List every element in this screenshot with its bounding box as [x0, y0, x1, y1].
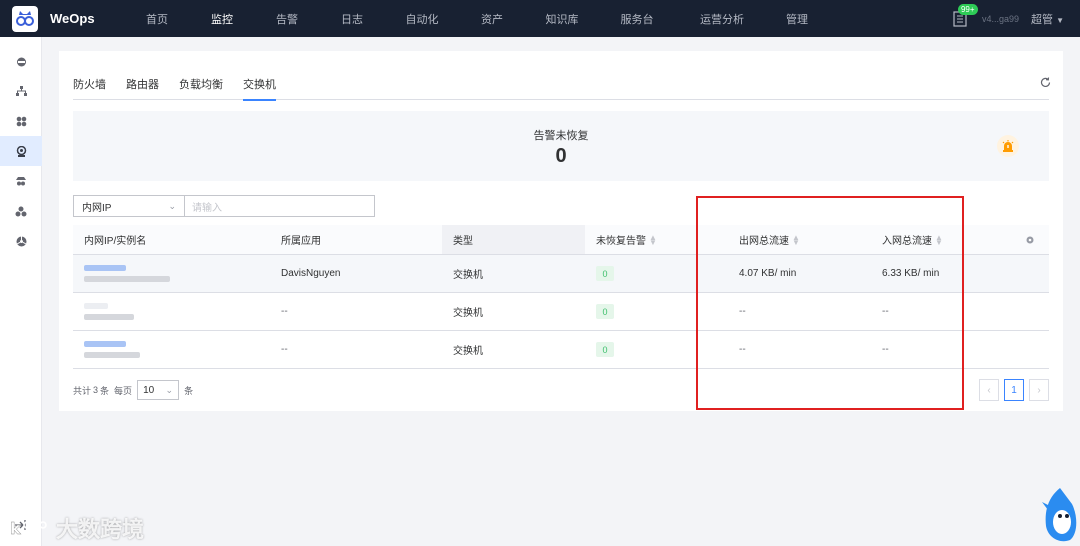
dashboard-icon	[16, 57, 26, 66]
version-text: v4...ga99	[981, 13, 1020, 24]
col-type[interactable]: 类型	[442, 225, 585, 254]
page-button[interactable]: 1	[1004, 379, 1024, 401]
page-size-value: 10	[143, 384, 155, 396]
search-filter: 内网IP ⌄ 请输入	[73, 195, 375, 217]
nav-assets[interactable]: 资产	[462, 0, 522, 37]
webcam-icon	[16, 145, 26, 157]
nav-right: 99+ v4...ga99 超管 ▼	[950, 0, 1080, 37]
alert-summary-panel: 告警未恢复 0	[73, 111, 1049, 181]
type-cell: 交换机	[453, 270, 483, 281]
total-prefix: 共计	[73, 385, 92, 396]
cluster-icon	[15, 206, 27, 216]
nav-home[interactable]: 首页	[122, 0, 192, 37]
user-menu[interactable]: 超管 ▼	[1031, 11, 1064, 27]
type-cell: 交换机	[453, 346, 483, 357]
notification-doc-icon[interactable]: 99+	[950, 0, 978, 37]
sidebar-item-cluster[interactable]	[0, 196, 42, 226]
chevron-down-icon: ⌄	[165, 384, 174, 395]
top-navbar: WeOps 首页 监控 告警 日志 自动化 资产 知识库 服务台 运营分析 管理…	[0, 0, 1080, 37]
total-count: 3	[93, 385, 99, 395]
sort-icon[interactable]: ▲ ▼	[649, 233, 657, 246]
nav-log[interactable]: 日志	[322, 0, 382, 37]
refresh-icon[interactable]	[1040, 77, 1051, 91]
watermark-text: 大数跨境	[56, 517, 145, 542]
instance-ip-cell[interactable]	[73, 255, 270, 292]
instance-ip-cell[interactable]	[73, 293, 270, 330]
filter-field-select[interactable]: 内网IP ⌄	[73, 195, 185, 217]
brand-name[interactable]: WeOps	[50, 11, 120, 26]
tab-firewall[interactable]: 防火墙	[73, 71, 106, 100]
sidebar-item-bugs[interactable]	[0, 166, 42, 196]
watermark-logo-icon: k	[10, 519, 47, 538]
user-name: 超管	[1031, 13, 1054, 26]
tab-loadbalancer[interactable]: 负载均衡	[179, 71, 223, 100]
blurred-instance-name	[84, 314, 134, 320]
nav-knowledge[interactable]: 知识库	[522, 0, 602, 37]
blurred-ip[interactable]	[84, 341, 126, 347]
sidebar-item-apps[interactable]	[0, 106, 42, 136]
col-app: 所属应用	[281, 236, 321, 247]
logo-icon[interactable]	[12, 5, 38, 32]
prev-page-button[interactable]: ‹	[979, 379, 999, 401]
blurred-ip[interactable]	[84, 303, 108, 309]
chevron-down-icon: ⌄	[168, 200, 176, 211]
alert-summary-count: 0	[555, 145, 567, 167]
blurred-ip[interactable]	[84, 265, 126, 271]
col-ip: 内网IP/实例名	[84, 236, 147, 247]
highlight-annotation-box	[696, 196, 964, 410]
nav-monitor[interactable]: 监控	[192, 0, 252, 37]
notification-badge: 99+	[957, 4, 978, 15]
col-unresolved-label: 未恢复告警	[596, 236, 646, 247]
nav-service-desk[interactable]: 服务台	[602, 0, 672, 37]
chevron-down-icon: ▼	[1056, 15, 1064, 25]
sidebar-item-dashboard[interactable]	[0, 46, 42, 76]
per-page-unit: 条	[184, 385, 194, 396]
column-settings-icon[interactable]	[1014, 225, 1049, 254]
radar-icon	[16, 236, 26, 246]
status-badge[interactable]: 0	[596, 304, 614, 319]
pagination: ‹ 1 ›	[979, 379, 1049, 401]
per-page-label: 每页	[114, 385, 133, 396]
nav-alarm[interactable]: 告警	[252, 0, 322, 37]
sidebar-item-radar[interactable]	[0, 226, 42, 256]
apps-icon	[16, 116, 26, 126]
main-nav: 首页 监控 告警 日志 自动化 资产 知识库 服务台 运营分析 管理	[122, 0, 822, 37]
assistant-mascot-icon[interactable]	[1040, 486, 1080, 546]
blurred-instance-name	[84, 352, 140, 358]
app-cell: --	[281, 344, 288, 355]
app-cell: --	[281, 306, 288, 317]
sidebar-item-topology[interactable]	[0, 76, 42, 106]
alarm-bell-icon	[997, 135, 1019, 157]
blurred-instance-name	[84, 276, 170, 282]
app-cell: DavisNguyen	[281, 268, 341, 279]
instance-ip-cell[interactable]	[73, 331, 270, 368]
sidebar-item-monitor[interactable]	[0, 136, 42, 166]
device-tabs: 防火墙 路由器 负载均衡 交换机	[73, 71, 1049, 101]
type-cell: 交换机	[453, 308, 483, 319]
topology-icon	[15, 85, 27, 96]
page-size-select[interactable]: 10 ⌄	[137, 380, 180, 400]
tab-router[interactable]: 路由器	[126, 71, 159, 100]
next-page-button[interactable]: ›	[1029, 379, 1049, 401]
total-suffix: 条	[100, 385, 110, 396]
nav-admin[interactable]: 管理	[772, 0, 822, 37]
watermark: k 大数跨境	[10, 512, 144, 544]
nav-automation[interactable]: 自动化	[382, 0, 462, 37]
search-input[interactable]: 请输入	[185, 195, 375, 217]
spy-icon	[16, 176, 26, 185]
sidebar	[0, 37, 42, 546]
tab-switch[interactable]: 交换机	[243, 71, 276, 101]
nav-analytics[interactable]: 运营分析	[672, 0, 772, 37]
svg-text:k: k	[10, 519, 21, 538]
filter-field-value: 内网IP	[82, 202, 112, 214]
status-badge[interactable]: 0	[596, 266, 614, 281]
alert-summary-title: 告警未恢复	[533, 130, 589, 142]
status-badge[interactable]: 0	[596, 342, 614, 357]
